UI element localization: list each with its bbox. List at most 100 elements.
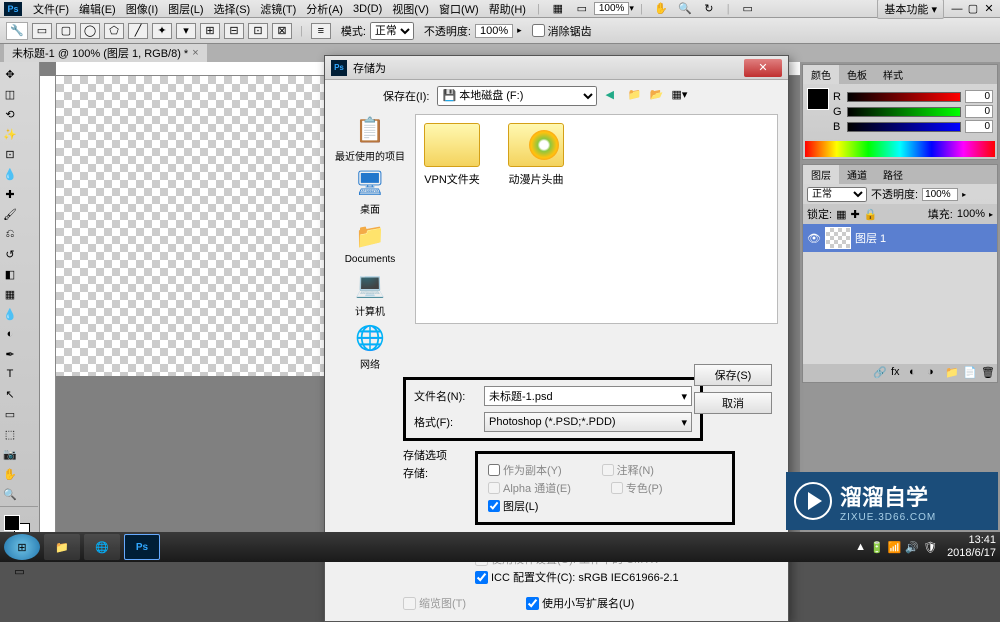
new-folder-icon[interactable]: 📂 [649,88,665,104]
zoom-tool[interactable]: 🔍 [1,485,19,503]
layer-item[interactable]: 👁 图层 1 [803,224,997,252]
document-canvas[interactable] [56,76,326,376]
menu-image[interactable]: 图像(I) [121,1,163,17]
menu-help[interactable]: 帮助(H) [484,1,531,17]
adjustment-icon[interactable]: ◑ [927,366,941,380]
taskbar-photoshop[interactable]: Ps [124,534,160,560]
zoom-percent[interactable]: 100% [594,2,630,15]
styles-tab[interactable]: 样式 [875,65,911,84]
layer-opacity-value[interactable]: 100% [922,188,958,201]
b-value[interactable]: 0 [965,120,993,133]
icc-checkbox[interactable] [475,571,488,584]
menu-view[interactable]: 视图(V) [387,1,434,17]
menu-filter[interactable]: 滤镜(T) [255,1,301,17]
taskbar-browser[interactable]: 🌐 [84,534,120,560]
shape-line[interactable]: ╱ [128,23,148,39]
b-slider[interactable] [847,122,961,132]
folder-item[interactable]: VPN文件夹 [424,123,480,187]
folder-item[interactable]: 动漫片头曲 [508,123,564,187]
cancel-button[interactable]: 取消 [694,392,772,414]
stamp-tool[interactable]: ⎌ [1,225,19,243]
place-network[interactable]: 🌐网络 [354,322,386,371]
g-value[interactable]: 0 [965,105,993,118]
link-icon[interactable]: 🔗 [873,366,887,380]
eraser-tool[interactable]: ◧ [1,265,19,283]
hand-tool[interactable]: ✋ [1,465,19,483]
tray-icon[interactable]: 🔋 [870,541,884,554]
save-button[interactable]: 保存(S) [694,364,772,386]
workspace-picker[interactable]: 基本功能 ▾ [877,0,944,19]
menu-edit[interactable]: 编辑(E) [74,1,121,17]
mask-icon[interactable]: ◐ [909,366,923,380]
wand-tool[interactable]: ✨ [1,125,19,143]
arrange-icon[interactable]: ▭ [572,1,592,17]
shape-combine[interactable]: ⊞ [200,23,220,39]
crop-tool[interactable]: ⊡ [1,145,19,163]
system-tray[interactable]: ▲ 🔋 📶 🔊 🛡 13:41 2018/6/17 [855,534,996,560]
gradient-tool[interactable]: ▦ [1,285,19,303]
marquee-tool[interactable]: ◫ [1,85,19,103]
menu-3d[interactable]: 3D(D) [348,3,387,15]
dialog-titlebar[interactable]: Ps 存储为 ✕ [325,56,788,80]
shape-exclude[interactable]: ⊠ [272,23,292,39]
clock[interactable]: 13:41 2018/6/17 [947,534,996,560]
layers-tab[interactable]: 图层 [803,165,839,184]
tray-icon[interactable]: 📶 [888,541,902,554]
layer-thumbnail[interactable] [825,227,851,249]
tray-icon[interactable]: 🛡 [923,541,937,554]
taskbar-explorer[interactable]: 📁 [44,534,80,560]
lock-position-icon[interactable]: ✚ [850,208,859,221]
path-tool[interactable]: ↖ [1,385,19,403]
filename-input[interactable]: 未标题-1.psd▾ [484,386,692,406]
r-value[interactable]: 0 [965,90,993,103]
lowercase-ext-checkbox[interactable] [526,597,539,610]
shape-opts[interactable]: ▾ [176,23,196,39]
document-tab[interactable]: 未标题-1 @ 100% (图层 1, RGB/8) * × [4,44,207,62]
type-tool[interactable]: T [1,365,19,383]
pen-tool[interactable]: ✒ [1,345,19,363]
move-tool[interactable]: ✥ [1,65,19,83]
menu-window[interactable]: 窗口(W) [434,1,484,17]
menu-select[interactable]: 选择(S) [209,1,256,17]
lock-all-icon[interactable]: 🔒 [864,208,878,221]
paths-tab[interactable]: 路径 [875,165,911,184]
close-icon[interactable]: ✕ [982,2,996,16]
current-tool-icon[interactable]: 🔧 [6,22,28,40]
swatches-tab[interactable]: 色板 [839,65,875,84]
place-recent[interactable]: 📋最近使用的项目 [335,114,405,163]
maximize-icon[interactable]: ▢ [966,2,980,16]
up-icon[interactable]: 📁 [627,88,643,104]
shape-custom[interactable]: ✦ [152,23,172,39]
3d-tool[interactable]: ⬚ [1,425,19,443]
channels-tab[interactable]: 通道 [839,165,875,184]
group-icon[interactable]: 📁 [945,366,959,380]
shape-subtract[interactable]: ⊟ [224,23,244,39]
color-spectrum[interactable] [805,141,995,157]
mode-select[interactable]: 正常 [370,22,414,40]
screen-mode-icon[interactable]: ▭ [738,1,758,17]
views-icon[interactable]: ▦▾ [671,88,687,104]
color-swatch[interactable] [807,88,829,110]
bridge-icon[interactable]: ▦ [548,1,568,17]
format-select[interactable]: Photoshop (*.PSD;*.PDD)▾ [484,412,692,432]
menu-analysis[interactable]: 分析(A) [301,1,348,17]
start-button[interactable]: ⊞ [4,534,40,560]
tray-icon[interactable]: 🔊 [905,541,919,554]
blur-tool[interactable]: 💧 [1,305,19,323]
dodge-tool[interactable]: ◐ [1,325,19,343]
opacity-value[interactable]: 100% [475,24,513,38]
blend-mode-select[interactable]: 正常 [807,187,867,202]
menu-file[interactable]: 文件(F) [28,1,74,17]
lasso-tool[interactable]: ⟲ [1,105,19,123]
3d-cam-tool[interactable]: 📷 [1,445,19,463]
layers-checkbox[interactable] [488,500,500,512]
rotate-icon[interactable]: ↻ [699,1,719,17]
shape-intersect[interactable]: ⊡ [248,23,268,39]
minimize-icon[interactable]: — [950,2,964,16]
brush-tool[interactable]: 🖌 [1,205,19,223]
file-browser[interactable]: VPN文件夹 动漫片头曲 [415,114,778,324]
history-brush-tool[interactable]: ↺ [1,245,19,263]
fg-color[interactable] [4,515,20,531]
visibility-icon[interactable]: 👁 [807,232,821,245]
copy-checkbox[interactable] [488,464,500,476]
